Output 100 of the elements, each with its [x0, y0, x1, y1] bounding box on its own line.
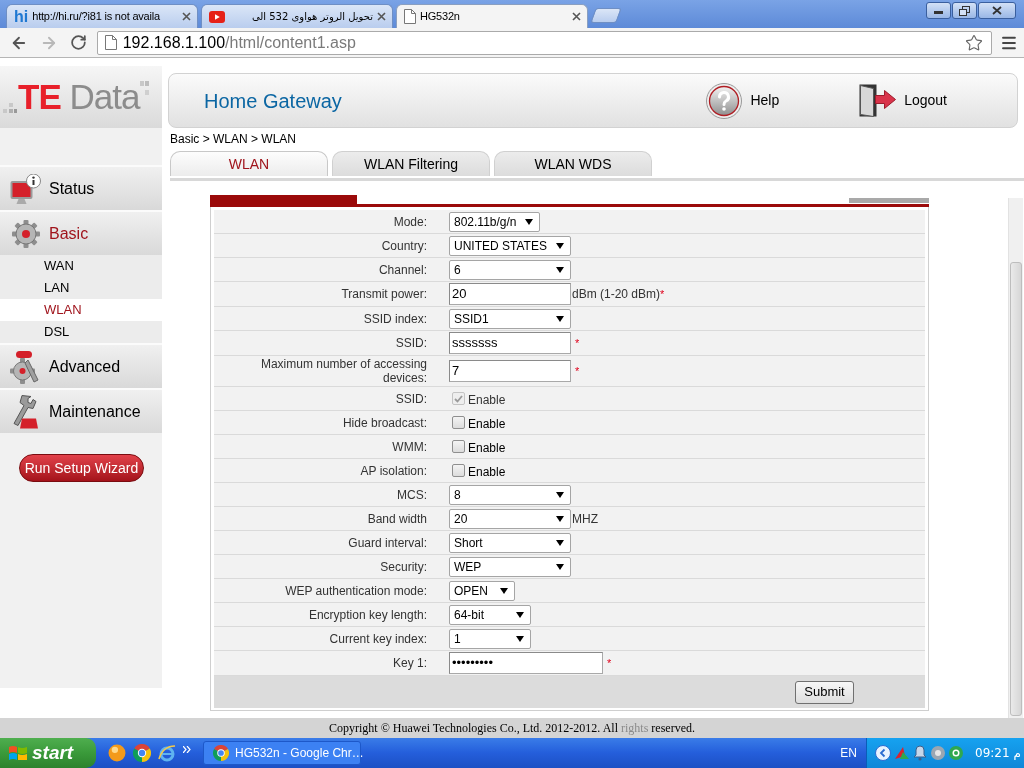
caret-icon — [516, 635, 524, 642]
field-label: Country: — [381, 238, 427, 253]
restore-button[interactable] — [952, 2, 977, 19]
start-button[interactable]: start — [0, 738, 96, 768]
minimize-button[interactable] — [926, 2, 951, 19]
select-dropdown[interactable]: 8 — [449, 484, 571, 505]
browser-tab[interactable]: HG532n — [396, 4, 588, 28]
sidebar-item[interactable]: Basic — [0, 210, 162, 255]
clock: 09:21 م — [975, 745, 1021, 762]
field-label: Band width — [367, 511, 427, 526]
help-icon[interactable] — [706, 82, 743, 119]
field-label: SSID index: — [363, 311, 427, 326]
checkmark-icon — [454, 394, 463, 403]
caret-icon — [556, 491, 564, 498]
field-label: Current key index: — [329, 631, 427, 646]
checkbox[interactable] — [452, 416, 465, 429]
caret-icon — [516, 611, 524, 618]
caret-icon — [500, 587, 508, 594]
field-label: Key 1: — [392, 656, 427, 670]
taskbar-button[interactable]: HG532n - Google Chr… — [203, 741, 361, 765]
restore-icon — [959, 5, 970, 16]
field-label: SSID: — [395, 391, 427, 406]
close-button[interactable] — [978, 2, 1016, 19]
select-dropdown[interactable]: 6 — [449, 259, 571, 280]
page-icon — [404, 9, 416, 24]
select-dropdown[interactable]: WEP — [449, 556, 571, 577]
field-label: Mode: — [393, 214, 427, 229]
copyright-text: Copyright © Huawei Technologies Co., Ltd. 2012-2012. All rights reserved. — [329, 720, 695, 737]
caret-icon — [525, 218, 533, 225]
field-label: Channel: — [378, 262, 427, 277]
checkbox[interactable] — [452, 440, 465, 453]
chrome-icon[interactable] — [133, 744, 151, 762]
tab[interactable]: WLAN Filtering — [332, 151, 490, 176]
field-label: Hide broadcast: — [342, 415, 427, 430]
field-label: WEP authentication mode: — [285, 583, 427, 598]
tab[interactable]: WLAN — [170, 151, 328, 176]
minimize-icon — [934, 11, 943, 14]
reload-icon[interactable] — [69, 34, 87, 51]
input-field[interactable]: 7 — [449, 360, 571, 382]
checkbox[interactable] — [452, 464, 465, 477]
chevron-double-icon[interactable] — [183, 746, 191, 753]
field-label: Encryption key length: — [308, 607, 427, 622]
password-field[interactable]: ••••••••• — [449, 652, 603, 674]
unit-label: MHZ — [571, 510, 598, 528]
select-dropdown[interactable]: 64-bit — [449, 604, 531, 625]
sidebar-item[interactable]: Advanced — [0, 343, 162, 388]
breadcrumb: Basic > WLAN > WLAN — [170, 131, 297, 146]
sidebar-subitem[interactable]: LAN — [0, 277, 162, 299]
submit-button[interactable]: Submit — [795, 680, 854, 704]
close-icon[interactable] — [572, 12, 581, 21]
field-label: MCS: — [397, 487, 427, 502]
header-link[interactable]: Help — [750, 90, 780, 111]
sidebar-item[interactable]: Status — [0, 165, 162, 210]
header-link[interactable]: Logout — [904, 90, 947, 111]
select-dropdown[interactable]: Short — [449, 532, 571, 553]
required-mark: * — [660, 286, 665, 300]
chrome-icon[interactable] — [213, 745, 229, 761]
gear-icon — [11, 218, 41, 249]
browser-tab[interactable]: تحويل الروتر هواوى 532 الى — [201, 4, 393, 28]
sidebar-subitem[interactable]: WAN — [0, 255, 162, 277]
required-mark: * — [606, 655, 612, 671]
scrollbar-thumb[interactable] — [1010, 262, 1022, 716]
close-icon[interactable] — [182, 12, 191, 21]
logout-icon[interactable] — [859, 84, 897, 117]
select-dropdown[interactable]: 802.11b/g/n — [449, 211, 540, 232]
select-dropdown[interactable]: UNITED STATES — [449, 235, 571, 256]
sidebar-subitem[interactable]: DSL — [0, 321, 162, 343]
site-favicon: hi — [14, 8, 29, 25]
new-tab-button[interactable] — [590, 8, 622, 23]
sidebar-subitem[interactable]: WLAN — [0, 299, 162, 321]
internet-explorer-icon[interactable] — [158, 744, 176, 762]
close-icon — [992, 6, 1002, 15]
url-field[interactable]: 192.168.1.100/html/content1.asp — [96, 30, 993, 55]
close-icon[interactable] — [377, 12, 386, 21]
setup-wizard-button[interactable]: Run Setup Wizard — [19, 454, 144, 482]
select-dropdown[interactable]: 1 — [449, 628, 531, 649]
select-dropdown[interactable]: SSID1 — [449, 308, 571, 329]
windows-flag-icon — [9, 746, 27, 760]
tab[interactable]: WLAN WDS — [494, 151, 652, 176]
checkbox-label: Enable — [468, 416, 506, 433]
field-label: Transmit power: — [341, 287, 427, 301]
browser-tab[interactable]: hi http://hi.ru/?i81 is not availa — [6, 4, 198, 28]
unit-label: dBm (1-20 dBm) — [571, 286, 661, 303]
select-dropdown[interactable]: 20 — [449, 508, 571, 529]
field-label: Guard interval: — [348, 535, 427, 550]
input-field[interactable]: 20 — [449, 283, 571, 305]
page-title: Home Gateway — [204, 88, 342, 114]
input-field[interactable]: sssssss — [449, 332, 571, 354]
select-dropdown[interactable]: OPEN — [449, 580, 515, 601]
ball-icon[interactable] — [108, 744, 126, 762]
caret-icon — [556, 539, 564, 546]
sidebar-item[interactable]: Maintenance — [0, 388, 162, 433]
disc-icon[interactable] — [931, 746, 945, 760]
ring-icon[interactable] — [949, 746, 963, 760]
bookmark-star-icon[interactable] — [965, 33, 984, 52]
language-indicator[interactable]: EN — [840, 744, 857, 762]
monitor-info-icon — [10, 173, 42, 204]
caret-icon — [556, 242, 564, 249]
bell-icon[interactable] — [913, 745, 927, 761]
logo-dots-icon — [140, 81, 150, 95]
